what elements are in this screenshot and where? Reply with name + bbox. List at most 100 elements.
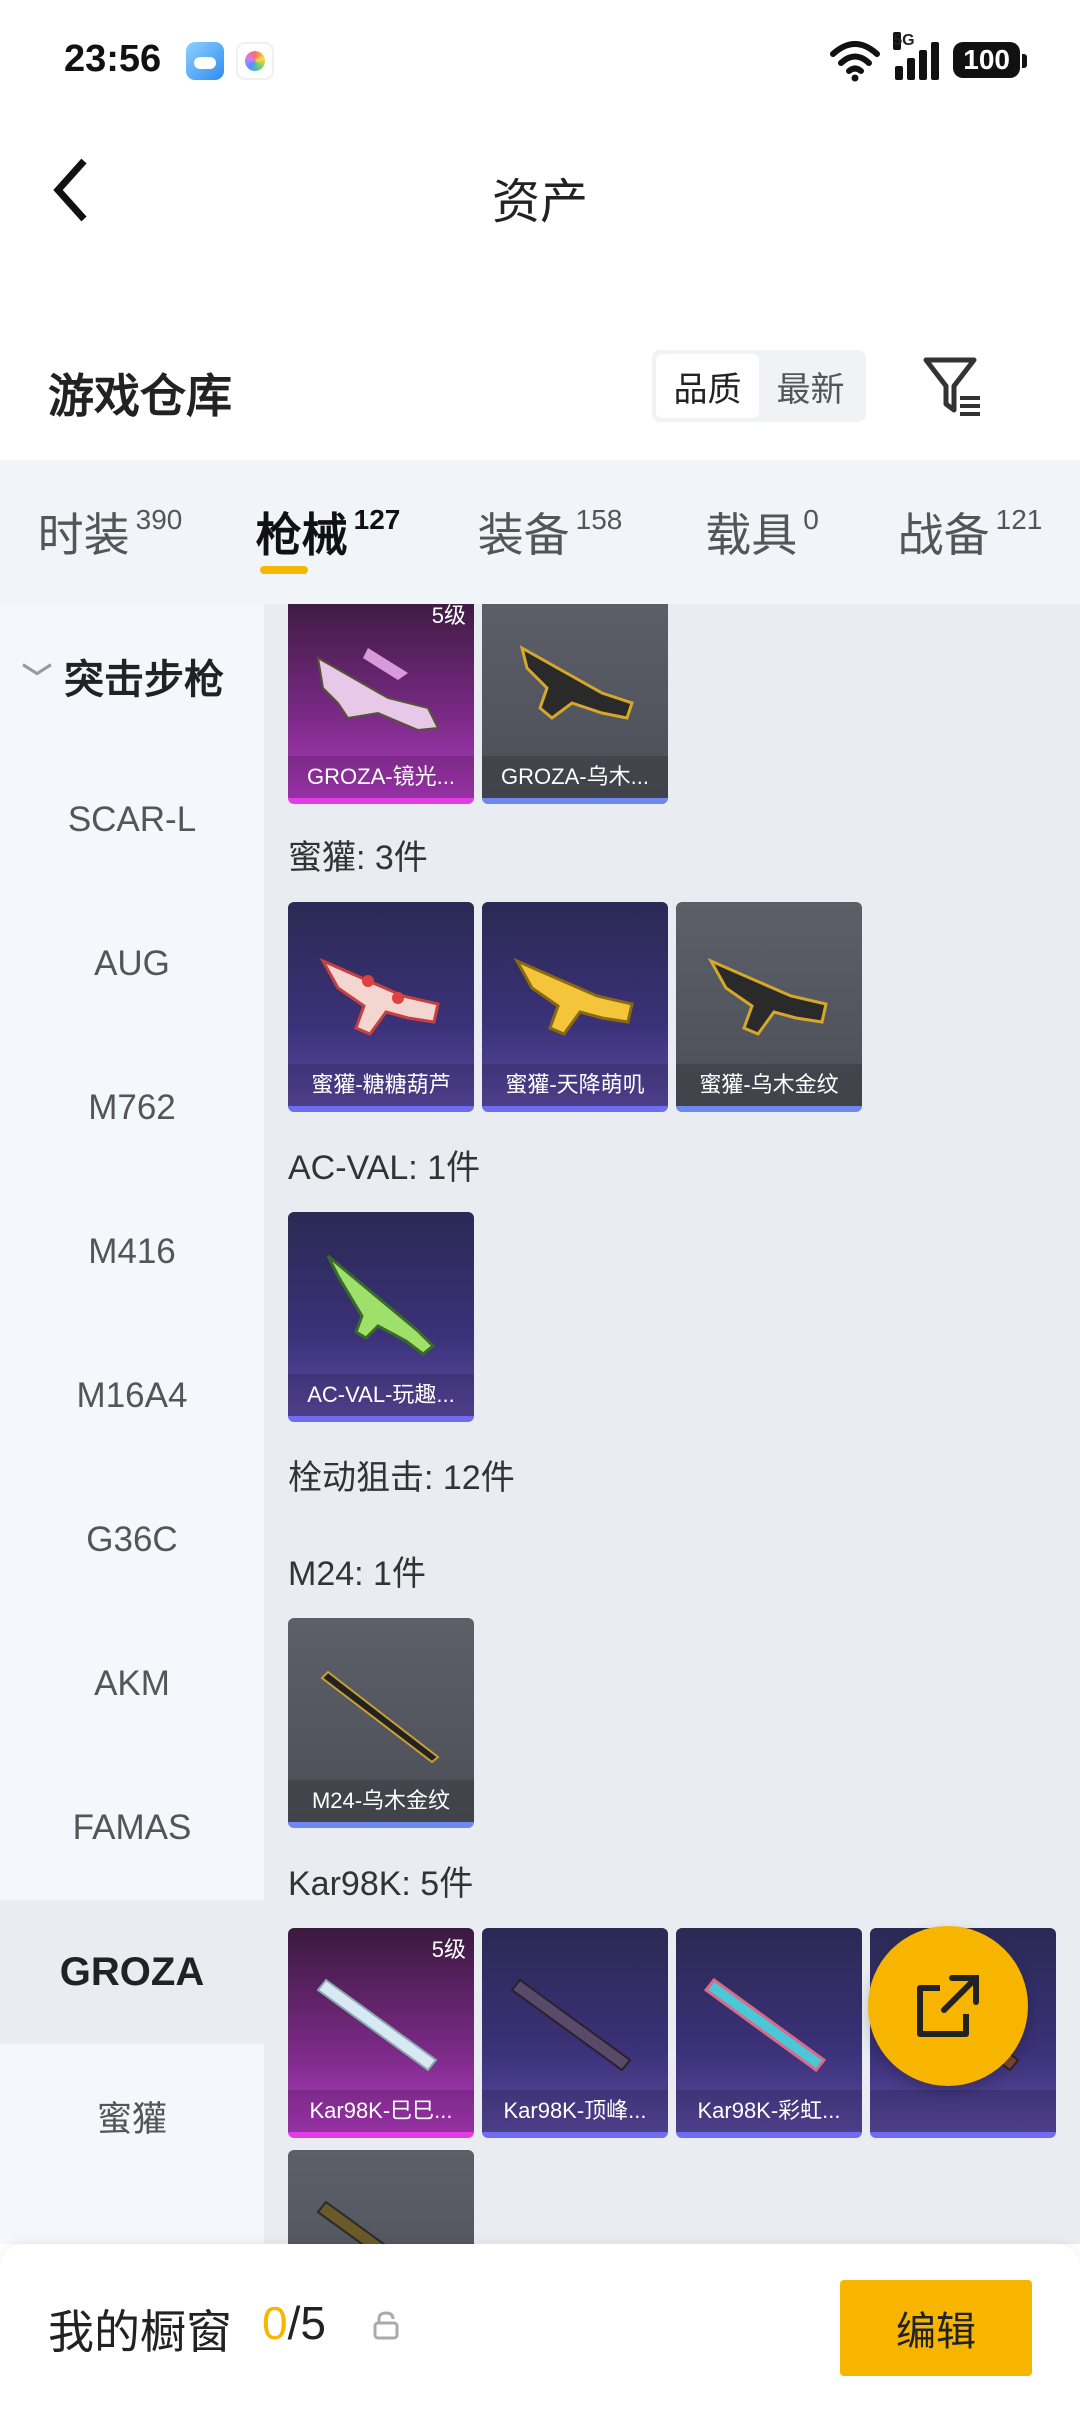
battery-icon: 100	[953, 42, 1027, 78]
showcase-label: 我的橱窗	[48, 2306, 232, 2358]
sidebar-item-akm[interactable]: AKM	[0, 1612, 264, 1756]
category-title: 栓动狙击: 12件	[288, 1459, 515, 1497]
photos-app-icon	[236, 42, 274, 80]
showcase-total: /5	[287, 2297, 326, 2349]
item-level: 5级	[431, 1937, 466, 1962]
status-indicators: 5G 100	[829, 32, 1027, 84]
group-title: AC-VAL: 1件	[288, 1149, 481, 1187]
status-time: 23:56	[64, 38, 162, 80]
weapon-sidebar: ﹀ 突击步枪 SCAR-L AUG M762 M416 M16A4 G36C A…	[0, 604, 264, 2244]
skin-card[interactable]: M24-乌木金纹	[288, 1618, 474, 1828]
sidebar-category-label: 突击步枪	[64, 658, 224, 702]
rifle-icon	[316, 648, 440, 732]
page-title: 资产	[491, 176, 588, 229]
external-link-icon	[917, 1975, 979, 2037]
skin-card[interactable]: GROZA-乌木...	[482, 604, 668, 804]
skin-card[interactable]: 蜜獾-糖糖葫芦	[288, 902, 474, 1112]
showcase-current: 0	[262, 2297, 288, 2349]
tab-vehicles[interactable]: 载具 0	[664, 460, 860, 604]
group-title: M24: 1件	[288, 1555, 426, 1593]
rifle-icon	[703, 1977, 827, 2073]
rifle-icon	[513, 957, 634, 1036]
weather-app-icon	[186, 42, 224, 80]
tab-count: 390	[135, 504, 183, 535]
sidebar-item-m16a4[interactable]: M16A4	[0, 1324, 264, 1468]
skin-card[interactable]: 蜜獾-天降萌叽	[482, 902, 668, 1112]
honeybadger-row: 蜜獾-糖糖葫芦 蜜獾-天降萌叽 蜜獾-乌木金纹	[288, 902, 862, 1112]
tab-label: 载具	[705, 509, 798, 561]
skin-name: Kar98K-彩虹...	[676, 2090, 862, 2132]
tab-weapons[interactable]: 枪械 127	[220, 460, 436, 604]
skin-name: GROZA-镜光...	[288, 756, 474, 798]
skin-card[interactable]: 蜜獾-乌木金纹	[676, 902, 862, 1112]
sidebar-item-g36c[interactable]: G36C	[0, 1468, 264, 1612]
skin-card[interactable]: AC-VAL-玩趣...	[288, 1212, 474, 1422]
sidebar-item-groza[interactable]: GROZA	[0, 1900, 264, 2044]
tab-count: 121	[995, 504, 1043, 535]
sort-quality-button[interactable]: 品质	[656, 354, 759, 418]
category-tabs: 时装 390 枪械 127 装备 158 载具 0 战备 121	[0, 460, 1080, 604]
rifle-icon	[519, 644, 634, 720]
showcase-count: 0/5	[262, 2296, 326, 2350]
group-title: 蜜獾: 3件	[288, 839, 428, 877]
showcase-bar: 我的橱窗 0/5 编辑	[0, 2244, 1080, 2412]
tab-supplies[interactable]: 战备 121	[860, 460, 1080, 604]
skin-name: Kar98K-巳巳...	[288, 2090, 474, 2132]
item-level: 5级	[431, 604, 466, 628]
sidebar-item-honeybadger[interactable]: 蜜獾	[0, 2044, 264, 2188]
acval-row: AC-VAL-玩趣...	[288, 1212, 474, 1422]
rifle-icon	[510, 1978, 632, 2072]
share-button[interactable]	[868, 1926, 1028, 2086]
sidebar-item-aug[interactable]: AUG	[0, 892, 264, 1036]
skin-name: AC-VAL-玩趣...	[288, 1374, 474, 1416]
wifi-icon	[830, 41, 881, 82]
skin-name: 蜜獾-乌木金纹	[676, 1064, 862, 1106]
skin-name	[870, 2090, 1056, 2132]
tab-fashion[interactable]: 时装 390	[0, 460, 220, 604]
sidebar-category-assault-rifle[interactable]: ﹀ 突击步枪	[0, 604, 264, 748]
sidebar-item-m416[interactable]: M416	[0, 1180, 264, 1324]
tab-count: 127	[353, 504, 401, 535]
tab-label: 战备	[897, 509, 990, 561]
rifle-icon	[316, 1978, 438, 2072]
kar98k-row-2	[288, 2150, 474, 2244]
cell-signal-icon: 5G	[893, 32, 940, 80]
tab-equipment[interactable]: 装备 158	[436, 460, 664, 604]
rifle-icon	[320, 1670, 440, 1764]
status-bar: 23:56 5G 100	[0, 0, 1080, 120]
edit-button[interactable]: 编辑	[840, 2280, 1032, 2376]
sidebar-item-scar-l[interactable]: SCAR-L	[0, 748, 264, 892]
skin-name: 蜜獾-糖糖葫芦	[288, 1064, 474, 1106]
lock-icon	[373, 2311, 399, 2340]
chevron-down-icon: ﹀	[22, 663, 52, 696]
skin-name: GROZA-乌木...	[482, 756, 668, 798]
skin-card[interactable]: Kar98K-彩虹...	[676, 1928, 862, 2138]
filter-icon	[923, 357, 980, 416]
filter-button[interactable]	[920, 354, 984, 418]
warehouse-title: 游戏仓库	[48, 370, 232, 422]
skin-name: M24-乌木金纹	[288, 1780, 474, 1822]
tab-count: 0	[803, 504, 819, 535]
skin-card[interactable]: 5级 Kar98K-巳巳...	[288, 1928, 474, 2138]
sort-toggle: 品质 最新	[652, 350, 866, 422]
skin-card[interactable]	[288, 2150, 474, 2244]
group-title: Kar98K: 5件	[288, 1865, 474, 1903]
rifle-icon	[316, 2200, 386, 2244]
tab-label: 装备	[477, 509, 570, 561]
rifle-icon	[707, 957, 828, 1036]
skin-card[interactable]: 5级 GROZA-镜光...	[288, 604, 474, 804]
tab-label: 时装	[37, 509, 130, 561]
skin-name: Kar98K-顶峰...	[482, 2090, 668, 2132]
skin-card[interactable]: Kar98K-顶峰...	[482, 1928, 668, 2138]
sidebar-item-famas[interactable]: FAMAS	[0, 1756, 264, 1900]
sidebar-item-m762[interactable]: M762	[0, 1036, 264, 1180]
sort-newest-button[interactable]: 最新	[759, 354, 862, 418]
rifle-icon	[319, 957, 440, 1036]
network-type: 5G	[893, 32, 915, 50]
tab-label: 枪械	[255, 509, 348, 561]
rifle-icon	[326, 1254, 436, 1356]
skin-name: 蜜獾-天降萌叽	[482, 1064, 668, 1106]
tab-count: 158	[575, 504, 623, 535]
m24-row: M24-乌木金纹	[288, 1618, 474, 1828]
groza-row: 5级 GROZA-镜光... GROZA-乌木...	[288, 604, 668, 804]
